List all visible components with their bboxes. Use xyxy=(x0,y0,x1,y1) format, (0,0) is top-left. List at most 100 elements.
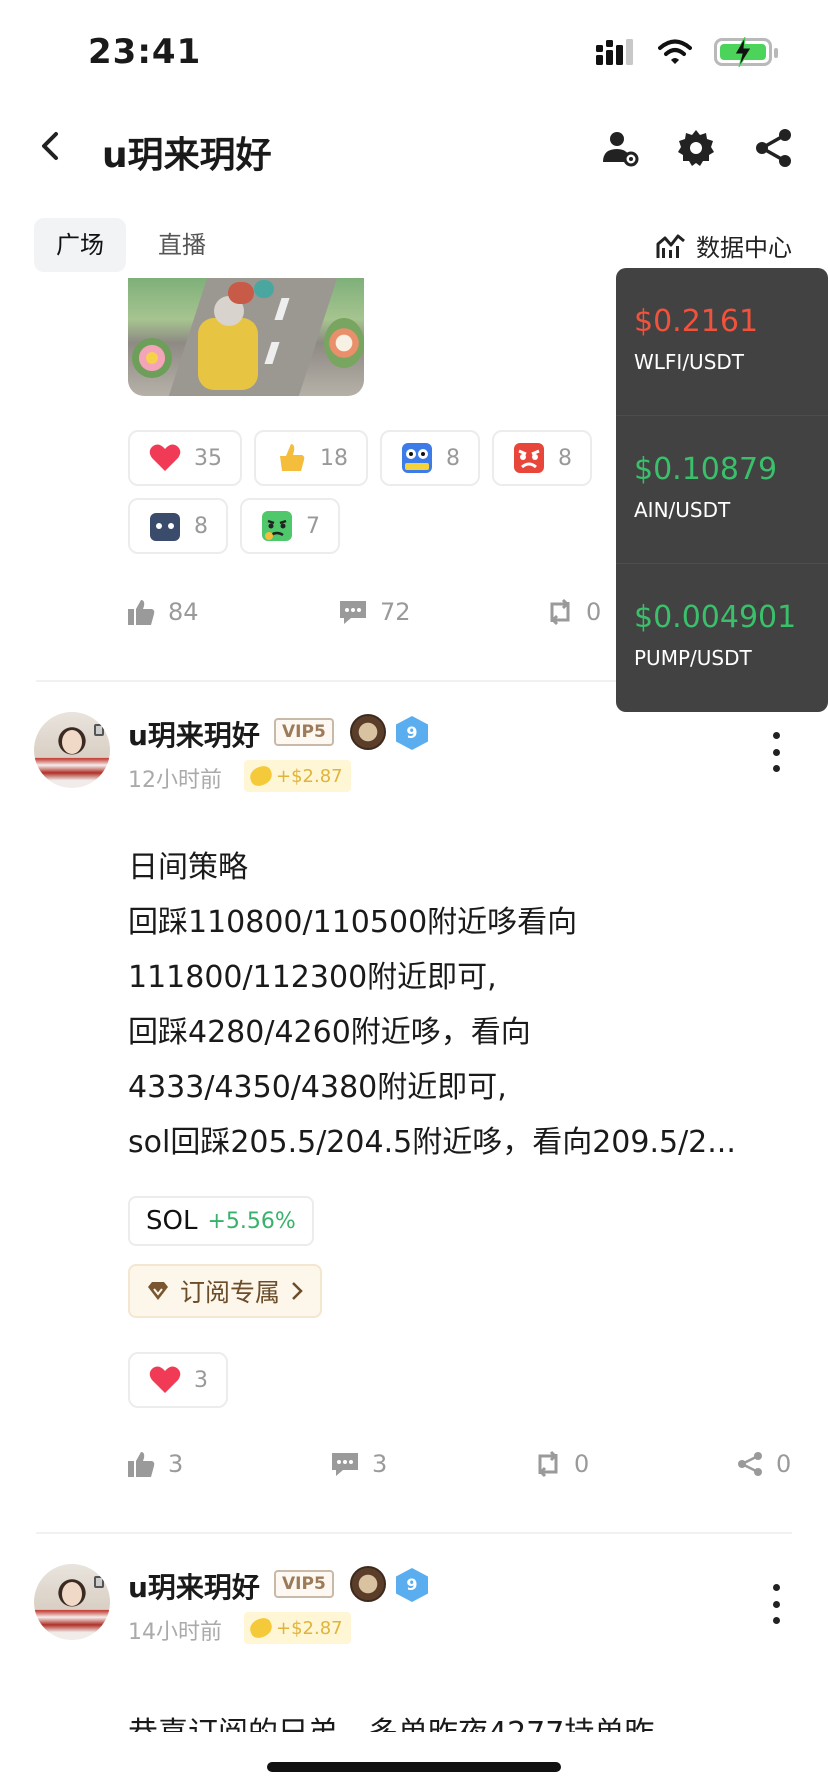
status-icons xyxy=(596,37,778,67)
tip-amount: +$2.87 xyxy=(276,1617,343,1639)
post-time: 12小时前 xyxy=(128,768,222,793)
thumbs-up-emoji-icon xyxy=(280,444,305,471)
cellular-signal-icon xyxy=(596,39,633,65)
post-username[interactable]: u玥来玥好 xyxy=(128,1566,260,1606)
reaction-count: 7 xyxy=(306,513,320,539)
tab-live[interactable]: 直播 xyxy=(136,218,228,272)
vip-badge: VIP5 xyxy=(274,1570,334,1598)
post-header: u玥来玥好 VIP5 9 14小时前 +$2.87 xyxy=(34,1564,794,1654)
cat-emoji-icon xyxy=(150,513,180,541)
reaction-sick[interactable]: 7 xyxy=(240,498,340,554)
page-title: u玥来玥好 xyxy=(102,135,272,176)
post-line: 日间策略 xyxy=(128,850,248,885)
repost-icon xyxy=(538,1450,558,1478)
reaction-heart[interactable]: 35 xyxy=(128,430,242,486)
post-divider xyxy=(36,1532,792,1534)
post-header: u玥来玥好 VIP5 9 12小时前 +$2.87 xyxy=(34,712,794,802)
repost-button[interactable]: 0 xyxy=(534,1450,589,1478)
ticker-pair: WLFI/USDT xyxy=(634,350,745,374)
more-options-icon[interactable] xyxy=(766,1584,786,1624)
repost-icon xyxy=(550,598,570,626)
comment-count: 72 xyxy=(380,598,411,626)
price-ticker-panel[interactable]: $0.2161 WLFI/USDT $0.10879 AIN/USDT $0.0… xyxy=(616,268,828,712)
tip-amount: +$2.87 xyxy=(276,765,343,787)
heart-emoji-icon xyxy=(149,1366,181,1393)
hodl-robot-emoji-icon xyxy=(402,443,432,473)
ticker-price: $0.10879 xyxy=(634,452,778,487)
like-button[interactable]: 3 xyxy=(128,1450,183,1478)
battery-icon xyxy=(714,37,778,67)
level-badge: 9 xyxy=(396,1568,428,1602)
repost-button[interactable]: 0 xyxy=(546,598,601,626)
share-icon xyxy=(738,1452,762,1476)
data-center-button[interactable]: 数据中心 xyxy=(656,228,792,263)
chevron-right-icon xyxy=(292,1282,303,1300)
gear-icon[interactable] xyxy=(674,126,718,170)
avatar[interactable] xyxy=(34,712,110,788)
like-count: 3 xyxy=(168,1450,184,1478)
coin-icon xyxy=(247,763,275,789)
post-line: 111800/112300附近即可, xyxy=(128,960,497,995)
thumbs-up-icon xyxy=(128,1452,155,1477)
coin-symbol: SOL xyxy=(146,1206,198,1236)
coin-tag[interactable]: SOL +5.56% xyxy=(128,1196,314,1246)
ticker-item[interactable]: $0.2161 WLFI/USDT xyxy=(616,268,828,416)
share-count: 0 xyxy=(776,1450,792,1478)
ticker-item[interactable]: $0.10879 AIN/USDT xyxy=(616,416,828,564)
coin-icon xyxy=(247,1615,275,1641)
level-medal-icon xyxy=(350,714,386,750)
tab-square[interactable]: 广场 xyxy=(34,218,126,272)
share-icon[interactable] xyxy=(752,126,796,170)
reaction-list: 35 18 8 8 8 7 xyxy=(128,430,648,554)
tip-badge: +$2.87 xyxy=(244,760,351,792)
post-line: 回踩110800/110500附近哆看向 xyxy=(128,905,578,940)
subscribe-button[interactable]: 订阅专属 xyxy=(128,1264,323,1318)
post-time: 14小时前 xyxy=(128,1620,222,1645)
reaction-count: 3 xyxy=(194,1367,208,1393)
post-content[interactable]: 日间策略 回踩110800/110500附近哆看向 111800/112300附… xyxy=(128,840,788,1170)
ticker-pair: AIN/USDT xyxy=(634,498,731,522)
like-count: 84 xyxy=(168,598,199,626)
heart-emoji-icon xyxy=(149,444,181,471)
subscribe-label: 订阅专属 xyxy=(180,1278,281,1307)
post-line: 回踩4280/4260附近哆，看向 xyxy=(128,1015,531,1050)
status-bar: 23:41 xyxy=(0,0,828,110)
post-line: 4333/4350/4380附近即可, xyxy=(128,1070,507,1105)
reaction-cat[interactable]: 8 xyxy=(128,498,228,554)
like-button[interactable]: 84 xyxy=(128,598,199,626)
share-post-button[interactable]: 0 xyxy=(736,1450,791,1478)
tip-badge: +$2.87 xyxy=(244,1612,351,1644)
post-actions: 3 3 0 0 xyxy=(128,1450,791,1490)
comment-icon xyxy=(332,1453,358,1476)
reaction-count: 8 xyxy=(446,445,460,471)
post-username[interactable]: u玥来玥好 xyxy=(128,714,260,754)
ticker-item[interactable]: $0.004901 PUMP/USDT xyxy=(616,564,828,712)
reaction-heart[interactable]: 3 xyxy=(128,1352,228,1408)
comment-button[interactable]: 3 xyxy=(330,1450,387,1478)
comment-button[interactable]: 72 xyxy=(338,598,411,626)
vip-badge: VIP5 xyxy=(274,718,334,746)
ticker-price: $0.2161 xyxy=(634,304,759,339)
reaction-angry[interactable]: 8 xyxy=(492,430,592,486)
more-options-icon[interactable] xyxy=(766,732,786,772)
reaction-hodl[interactable]: 8 xyxy=(380,430,480,486)
comment-count: 3 xyxy=(372,1450,388,1478)
home-indicator[interactable] xyxy=(267,1762,561,1772)
tab-bar: 广场 直播 数据中心 xyxy=(0,214,828,274)
status-time: 23:41 xyxy=(88,32,202,72)
sick-face-emoji-icon xyxy=(262,511,292,541)
reaction-count: 35 xyxy=(194,445,222,471)
level-medal-icon xyxy=(350,1566,386,1602)
repost-count: 0 xyxy=(574,1450,590,1478)
reaction-count: 18 xyxy=(320,445,348,471)
repost-count: 0 xyxy=(586,598,602,626)
ticker-pair: PUMP/USDT xyxy=(634,646,752,670)
avatar[interactable] xyxy=(34,1564,110,1640)
thumbs-up-icon xyxy=(128,600,155,625)
chart-icon xyxy=(656,234,685,258)
back-arrow-icon[interactable] xyxy=(30,124,74,168)
reaction-thumbs-up[interactable]: 18 xyxy=(254,430,368,486)
post-image[interactable] xyxy=(128,278,364,396)
user-settings-icon[interactable] xyxy=(598,126,642,170)
reaction-count: 8 xyxy=(194,513,208,539)
